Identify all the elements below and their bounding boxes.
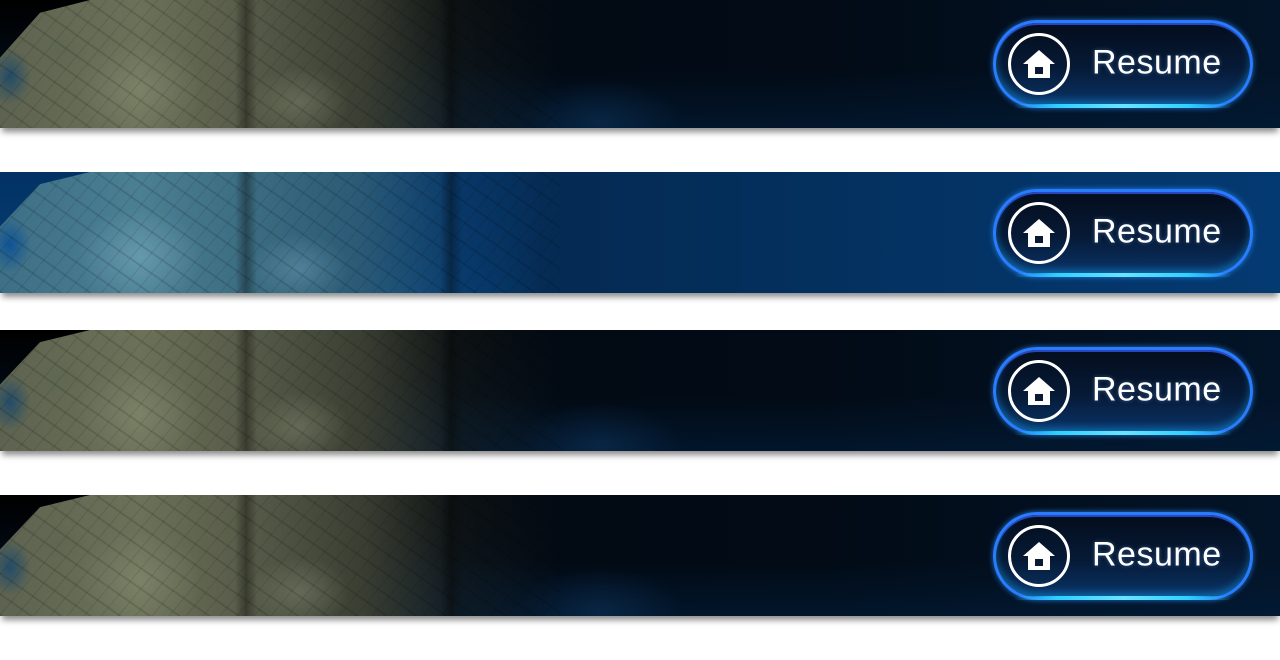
resume-label: Resume <box>1092 370 1222 409</box>
banner-4: Resume <box>0 495 1280 616</box>
banner-3: Resume <box>0 330 1280 451</box>
banner-1: Resume <box>0 0 1280 128</box>
resume-label: Resume <box>1092 535 1222 574</box>
resume-button[interactable]: Resume <box>993 20 1253 108</box>
rock-texture <box>0 0 560 128</box>
resume-button[interactable]: Resume <box>993 188 1253 277</box>
home-icon <box>1008 524 1070 587</box>
resume-label: Resume <box>1092 43 1222 82</box>
home-icon <box>1008 33 1070 95</box>
resume-button[interactable]: Resume <box>993 511 1253 600</box>
home-icon <box>1008 201 1070 264</box>
rock-texture <box>0 330 560 451</box>
home-icon <box>1008 359 1070 422</box>
rock-texture <box>0 172 560 293</box>
rock-texture <box>0 495 560 616</box>
banner-2: Resume <box>0 172 1280 293</box>
resume-button[interactable]: Resume <box>993 346 1253 435</box>
resume-label: Resume <box>1092 212 1222 251</box>
